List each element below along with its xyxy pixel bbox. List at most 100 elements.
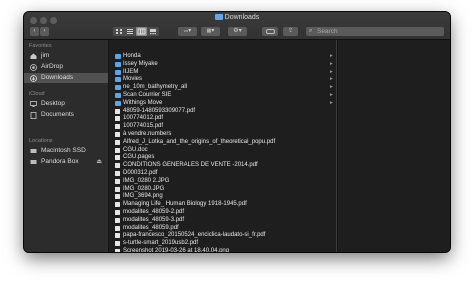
folder-row[interactable]: Movies ▸ xyxy=(109,76,336,83)
chevron-right-icon: ▸ xyxy=(330,76,333,83)
file-row[interactable]: modalites_48059.pdf xyxy=(109,225,336,232)
file-name: IIJEM xyxy=(123,68,139,75)
icon-view-icon[interactable] xyxy=(114,27,124,36)
folder-icon xyxy=(115,100,121,106)
document-icon xyxy=(115,171,120,176)
file-name: Honda xyxy=(123,53,141,59)
file-row[interactable]: Screenshot 2019-03-26 at 18.40.04.png xyxy=(109,248,336,252)
arrange-button[interactable]: ▦▾ xyxy=(201,27,220,36)
file-row[interactable]: 100774012.pdf xyxy=(109,115,336,122)
file-name: modalites_48059.pdf xyxy=(123,224,179,231)
file-row[interactable]: 100774015.pdf xyxy=(109,123,336,130)
file-name: IMG_0280 2.JPG xyxy=(123,177,170,184)
favorites-header: Favorites xyxy=(29,43,52,49)
file-name: Managing Life_ Human Biology 1918-1945.p… xyxy=(123,201,247,208)
document-icon xyxy=(115,116,120,122)
document-icon xyxy=(115,124,120,130)
chevron-right-icon: ▸ xyxy=(330,84,333,91)
share-button[interactable]: ⇪ xyxy=(283,27,298,36)
folder-icon xyxy=(115,93,121,98)
document-icon xyxy=(115,225,120,231)
window-title-container: Downloads xyxy=(24,14,450,21)
document-icon xyxy=(115,186,120,192)
tag-icon xyxy=(265,29,275,34)
file-row[interactable]: CGU.pages xyxy=(109,154,336,161)
file-row[interactable]: Managing Life_ Human Biology 1918-1945.p… xyxy=(109,201,336,208)
document-icon xyxy=(115,163,120,169)
share-icon: ⇪ xyxy=(287,28,294,34)
file-name: Alfred_J_Lotka_and_the_origins_of_theore… xyxy=(123,138,276,145)
document-icon xyxy=(115,210,120,215)
eject-icon[interactable]: ⏏ xyxy=(96,157,102,167)
folder-icon xyxy=(115,85,121,91)
folder-row[interactable]: Honda ▸ xyxy=(109,53,336,60)
document-icon xyxy=(115,155,120,161)
file-row[interactable]: D000312.pdf xyxy=(109,170,336,177)
search-placeholder: Search xyxy=(317,28,338,35)
sidebar-item-pandora-box[interactable]: Pandora Box ⏏ xyxy=(24,157,108,167)
empty-preview-column xyxy=(337,40,450,252)
disk-icon xyxy=(30,148,37,154)
file-name: Issey Miyake xyxy=(123,60,158,67)
file-row[interactable]: IMG_0280.JPG xyxy=(109,186,336,193)
document-icon xyxy=(115,194,120,200)
file-row[interactable]: modalites_48059-2.pdf xyxy=(109,209,336,216)
documents-icon xyxy=(30,112,37,119)
file-name: 48059-1480593309077.pdf xyxy=(123,107,196,114)
file-row[interactable]: papa-francesco_20150524_enciclica-laudat… xyxy=(109,232,336,239)
document-icon xyxy=(115,249,120,252)
sidebar-item-airdrop[interactable]: AirDrop xyxy=(24,62,108,72)
back-button[interactable]: ‹ xyxy=(30,27,39,36)
file-name: D000312.pdf xyxy=(123,170,158,176)
file-row[interactable]: modalites_48059-3.pdf xyxy=(109,217,336,224)
file-row[interactable]: IMG_3694.png xyxy=(109,193,336,200)
file-row[interactable]: à vendre.numbers xyxy=(109,131,336,138)
file-name: s-turtle-smart_2019usb2.pdf xyxy=(123,240,199,247)
file-name: à vendre.numbers xyxy=(123,131,172,137)
chevron-right-icon: ▸ xyxy=(330,53,333,59)
search-field[interactable]: ⌕ Search xyxy=(306,27,444,36)
document-icon xyxy=(115,147,120,153)
file-row[interactable]: IMG_0280 2.JPG xyxy=(109,178,336,185)
folder-row[interactable]: Withings Move ▸ xyxy=(109,100,336,107)
action-button[interactable]: ⚙▾ xyxy=(228,27,247,36)
folder-row[interactable]: IIJEM ▸ xyxy=(109,69,336,76)
list-view-icon[interactable] xyxy=(125,27,135,36)
folder-row[interactable]: Scan Courrier SIE ▸ xyxy=(109,92,336,99)
file-row[interactable]: s-turtle-smart_2019usb2.pdf xyxy=(109,240,336,247)
file-name: 100774012.pdf xyxy=(123,115,164,122)
file-row[interactable]: 48059-1480593309077.pdf xyxy=(109,108,336,115)
file-name: papa-francesco_20150524_enciclica-laudat… xyxy=(123,232,266,239)
document-icon xyxy=(115,178,120,184)
chevron-right-icon: ▸ xyxy=(330,99,333,106)
title-bar: Downloads ‹ › ⚏▾ ▦▾ ⚙▾ ⇪ ⌕ Search xyxy=(24,12,450,40)
sidebar: Favorites jim AirDrop Downloads iCloud D… xyxy=(24,40,109,252)
sidebar-item-downloads[interactable]: Downloads xyxy=(24,73,108,83)
file-name: CGU.doc xyxy=(123,146,148,153)
file-row[interactable]: Alfred_J_Lotka_and_the_origins_of_theore… xyxy=(109,139,336,146)
folder-row[interactable]: Issey Miyake ▸ xyxy=(109,61,336,68)
file-row[interactable]: CGU.doc xyxy=(109,147,336,154)
column-view-icon[interactable] xyxy=(136,27,147,36)
tags-button[interactable] xyxy=(262,27,278,36)
finder-window: Downloads ‹ › ⚏▾ ▦▾ ⚙▾ ⇪ ⌕ Search Favori… xyxy=(24,12,450,252)
home-icon xyxy=(30,53,37,59)
sidebar-item-jim[interactable]: jim xyxy=(24,51,108,61)
sidebar-item-desktop[interactable]: Desktop xyxy=(24,99,108,109)
view-mode-segmented-control[interactable] xyxy=(113,27,159,36)
file-name: Scan Courrier SIE xyxy=(123,92,172,98)
file-row[interactable]: CONDITIONS GENERALES DE VENTE -2014.pdf xyxy=(109,162,336,169)
gallery-view-icon[interactable] xyxy=(148,27,158,36)
file-name: Screenshot 2019-03-26 at 18.40.04.png xyxy=(123,248,230,252)
sidebar-item-documents[interactable]: Documents xyxy=(24,110,108,120)
sidebar-item-macintosh-ssd[interactable]: Macintosh SSD xyxy=(24,146,108,156)
folder-row[interactable]: ne_10m_bathymetry_all ▸ xyxy=(109,84,336,91)
file-name: modalites_48059-2.pdf xyxy=(123,209,185,215)
group-button[interactable]: ⚏▾ xyxy=(178,27,197,36)
chevron-right-icon: ▸ xyxy=(330,60,333,67)
folder-icon xyxy=(115,69,121,75)
downloads-icon xyxy=(30,75,37,82)
file-column: Honda ▸ Issey Miyake ▸ IIJEM ▸ Movies ▸ ne_10m_b… xyxy=(109,40,337,252)
forward-button[interactable]: › xyxy=(40,27,49,36)
document-icon xyxy=(115,139,120,145)
